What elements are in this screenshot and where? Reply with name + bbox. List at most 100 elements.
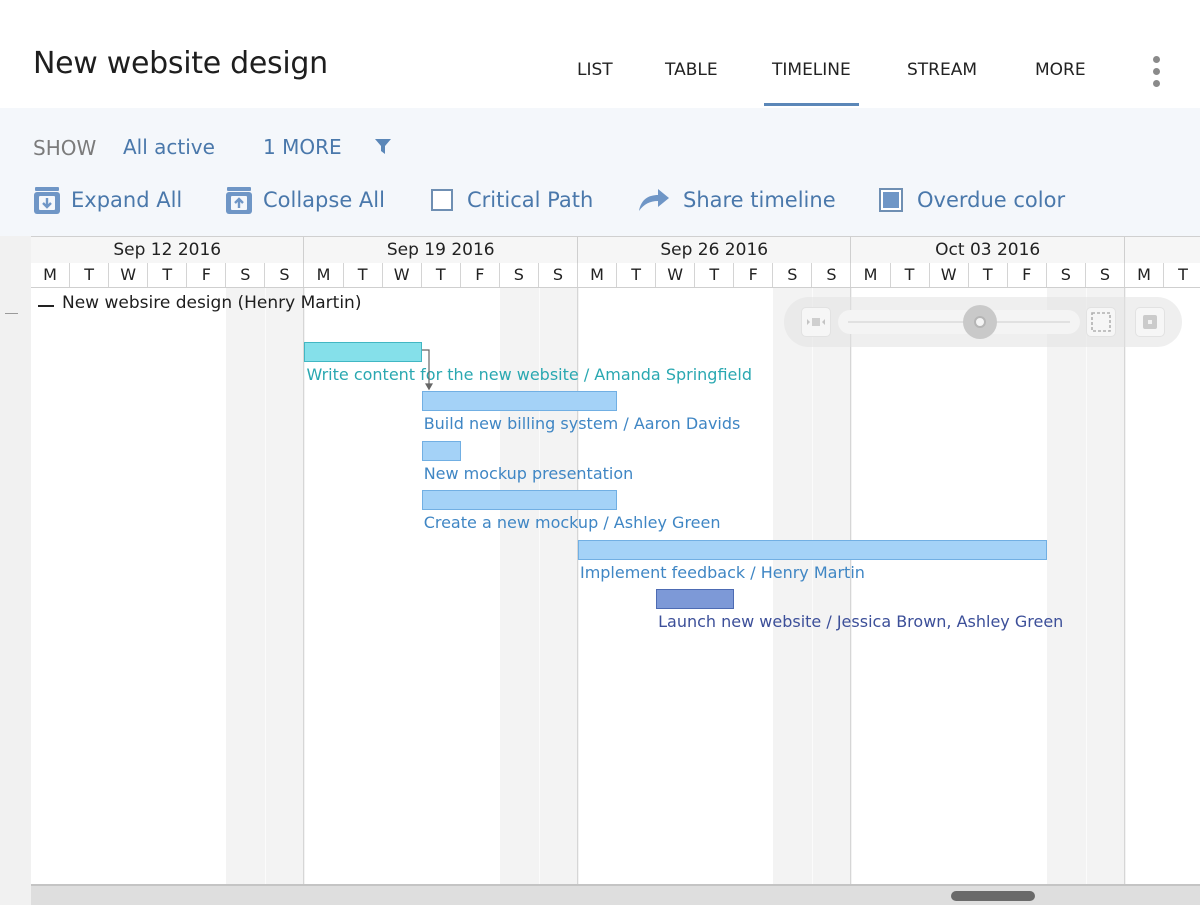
week-header [1125, 237, 1200, 263]
day-header: M [578, 263, 618, 287]
day-header: T [617, 263, 657, 287]
project-row[interactable]: New websire design (Henry Martin) [38, 293, 361, 313]
fit-width-button[interactable] [802, 308, 830, 336]
share-timeline-button[interactable]: Share timeline [637, 184, 836, 216]
more-filters-button[interactable]: 1 MORE [263, 135, 342, 159]
timeline-grid: New websire design (Henry Martin) Write … [31, 288, 1200, 884]
critical-path-label: Critical Path [467, 188, 594, 212]
fullscreen-icon [1143, 315, 1157, 329]
weekend-column [812, 288, 853, 884]
share-timeline-label: Share timeline [683, 188, 836, 212]
funnel-icon[interactable] [374, 138, 392, 156]
zoom-control [784, 297, 1182, 347]
expand-all-icon [34, 187, 60, 214]
day-header: W [656, 263, 696, 287]
day-header: T [148, 263, 188, 287]
day-header: W [109, 263, 149, 287]
select-region-button[interactable] [1087, 308, 1115, 336]
day-header: M [851, 263, 891, 287]
weekend-column [265, 288, 306, 884]
week-divider [850, 288, 852, 884]
task-label[interactable]: Implement feedback / Henry Martin [580, 563, 865, 582]
share-arrow-icon [639, 189, 669, 211]
collapse-panel-handle[interactable] [5, 313, 18, 314]
day-header: S [539, 263, 578, 287]
day-header: M [1125, 263, 1165, 287]
day-header-row: MTWTFSSMTWTFSSMTWTFSSMTWTFSSMT [31, 263, 1200, 288]
day-header: T [695, 263, 735, 287]
task-bar[interactable] [421, 440, 461, 461]
day-header: F [461, 263, 500, 287]
overdue-color-button[interactable]: Overdue color [879, 184, 1065, 216]
day-header: S [812, 263, 852, 287]
day-header: S [226, 263, 266, 287]
task-label[interactable]: Launch new website / Jessica Brown, Ashl… [658, 612, 1063, 631]
day-header: M [304, 263, 344, 287]
day-header: F [1008, 263, 1047, 287]
dependency-arrow[interactable] [421, 349, 436, 392]
header: New website design LIST TABLE TIMELINE S… [0, 0, 1200, 108]
day-header: M [31, 263, 71, 287]
task-tree-panel [0, 236, 32, 905]
task-label[interactable]: Create a new mockup / Ashley Green [424, 513, 721, 532]
day-header: W [930, 263, 969, 287]
day-header: F [734, 263, 774, 287]
day-header: T [344, 263, 383, 287]
fit-width-icon [807, 318, 825, 326]
day-header: S [1047, 263, 1086, 287]
task-bar[interactable] [656, 589, 735, 609]
week-header-row: Sep 12 2016 Sep 19 2016 Sep 26 2016 Oct 03 … [31, 236, 1200, 264]
weekend-column [1046, 288, 1086, 884]
expand-all-label: Expand All [71, 188, 183, 212]
horizontal-scrollbar-thumb[interactable] [951, 891, 1035, 901]
tab-table[interactable]: TABLE [665, 60, 718, 80]
critical-path-toggle[interactable]: Critical Path [431, 184, 593, 216]
expand-all-button[interactable]: Expand All [33, 184, 182, 216]
day-header: T [422, 263, 461, 287]
critical-path-checkbox[interactable] [431, 189, 453, 211]
overdue-color-label: Overdue color [917, 188, 1066, 212]
weekend-column [1085, 288, 1126, 884]
tab-timeline[interactable]: TIMELINE [764, 60, 859, 106]
tab-list[interactable]: LIST [577, 60, 613, 80]
tab-more[interactable]: MORE [1035, 60, 1086, 80]
fullscreen-button[interactable] [1136, 308, 1164, 336]
week-divider [1123, 288, 1125, 884]
day-header: T [891, 263, 930, 287]
page-title: New website design [33, 46, 328, 81]
vertical-ellipsis-icon[interactable] [1150, 56, 1162, 92]
day-header: T [70, 263, 110, 287]
task-bar[interactable] [304, 342, 422, 362]
day-header: S [500, 263, 539, 287]
collapse-all-button[interactable]: Collapse All [225, 184, 385, 216]
dashed-square-icon [1091, 312, 1111, 332]
timeline-toolbar: SHOW All active 1 MORE Expand All Collap… [0, 108, 1200, 236]
week-header: Oct 03 2016 [851, 237, 1125, 263]
day-header: S [773, 263, 813, 287]
collapse-all-icon [226, 187, 252, 214]
day-header: T [969, 263, 1008, 287]
weekend-column [226, 288, 266, 884]
task-bar[interactable] [421, 490, 618, 511]
collapse-project-icon[interactable] [38, 305, 54, 307]
gantt-chart: Sep 12 2016 Sep 19 2016 Sep 26 2016 Oct 03 … [0, 236, 1200, 905]
day-header: T [1164, 263, 1200, 287]
task-label[interactable]: New mockup presentation [424, 464, 634, 483]
weekend-column [773, 288, 813, 884]
day-header: S [265, 263, 305, 287]
tab-stream[interactable]: STREAM [907, 60, 977, 80]
overdue-color-swatch[interactable] [879, 188, 903, 212]
horizontal-scrollbar[interactable] [31, 884, 1200, 905]
collapse-all-label: Collapse All [263, 188, 385, 212]
zoom-slider-knob[interactable] [962, 305, 997, 339]
task-label[interactable]: Write content for the new website / Aman… [306, 365, 751, 384]
day-header: F [187, 263, 227, 287]
task-label[interactable]: Build new billing system / Aaron Davids [424, 414, 741, 433]
task-bar[interactable] [577, 539, 1047, 560]
show-filter-dropdown[interactable]: All active [123, 135, 215, 159]
zoom-slider[interactable] [838, 305, 1080, 339]
show-label: SHOW [33, 136, 97, 160]
day-header: W [383, 263, 422, 287]
task-bar[interactable] [421, 391, 618, 412]
time-scale: Sep 12 2016 Sep 19 2016 Sep 26 2016 Oct 03 … [31, 236, 1200, 288]
